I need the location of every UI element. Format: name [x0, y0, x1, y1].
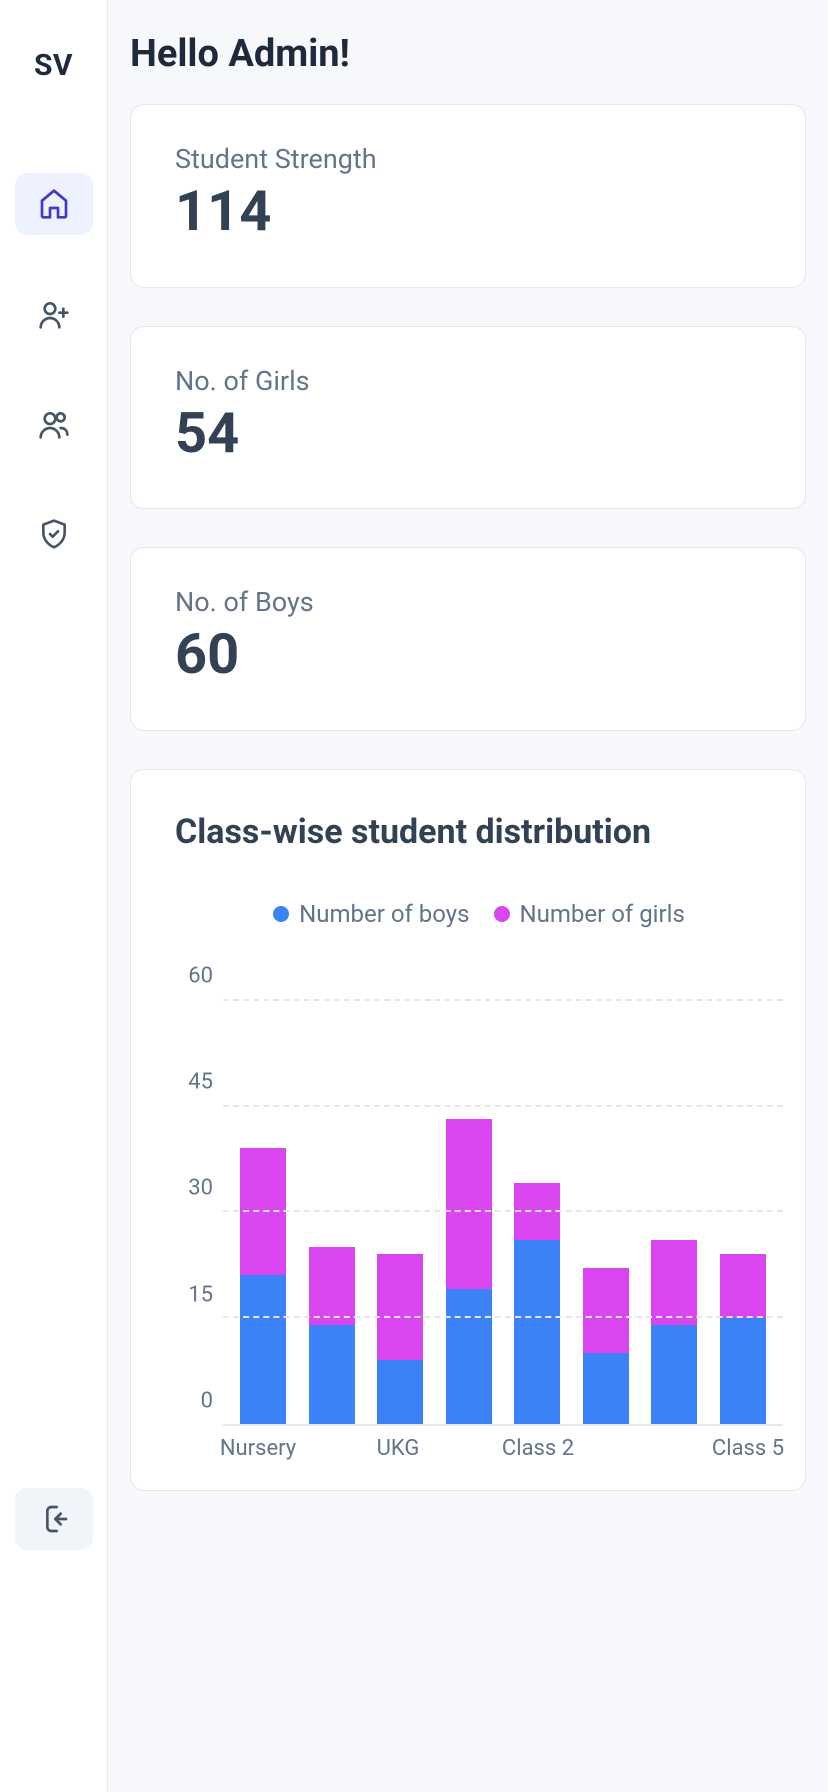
bar-segment-girls	[309, 1247, 355, 1325]
card-label: No. of Girls	[175, 365, 761, 397]
chart-y-tick: 0	[201, 1388, 213, 1413]
chart-bar	[309, 1247, 355, 1424]
card-boys: No. of Boys 60	[130, 547, 806, 731]
chart-y-tick: 15	[188, 1282, 213, 1307]
bar-segment-girls	[377, 1254, 423, 1360]
card-value: 114	[175, 181, 761, 243]
bar-segment-boys	[514, 1240, 560, 1424]
nav-items	[15, 173, 93, 565]
legend-dot-icon	[273, 906, 289, 922]
bar-segment-boys	[720, 1318, 766, 1424]
chart-gridline	[223, 1105, 783, 1107]
card-student-strength: Student Strength 114	[130, 104, 806, 288]
chart-x-labels: Nursery UKG Class 2 Class 5	[223, 1436, 783, 1470]
bar-segment-boys	[240, 1275, 286, 1424]
card-girls: No. of Girls 54	[130, 326, 806, 510]
logout-icon	[38, 1503, 70, 1535]
chart-y-tick: 45	[188, 1070, 213, 1095]
bar-segment-boys	[651, 1325, 697, 1424]
chart-x-label: Class 5	[712, 1436, 784, 1461]
chart-bar	[720, 1254, 766, 1424]
chart-y-tick: 60	[188, 964, 213, 989]
chart-plot	[223, 966, 783, 1426]
user-plus-icon	[38, 298, 70, 330]
legend-girls[interactable]: Number of girls	[494, 900, 685, 928]
legend-boys[interactable]: Number of boys	[273, 900, 469, 928]
chart-bars	[223, 966, 783, 1424]
chart-x-label: UKG	[377, 1436, 420, 1461]
nav-shield[interactable]	[15, 503, 93, 565]
chart-gridline	[223, 999, 783, 1001]
nav-add-user[interactable]	[15, 283, 93, 345]
bar-segment-girls	[583, 1268, 629, 1353]
chart-bar	[514, 1183, 560, 1424]
bar-segment-boys	[377, 1360, 423, 1424]
legend-dot-icon	[494, 906, 510, 922]
chart-bar	[651, 1240, 697, 1424]
chart-title: Class-wise student distribution	[175, 812, 783, 852]
card-value: 60	[175, 624, 761, 686]
chart-gridline	[223, 1316, 783, 1318]
chart-bar	[583, 1268, 629, 1424]
legend-label: Number of boys	[299, 900, 469, 928]
home-icon	[38, 188, 70, 220]
page-title: Hello Admin!	[130, 32, 806, 76]
card-value: 54	[175, 403, 761, 465]
bar-segment-boys	[446, 1289, 492, 1423]
chart-y-tick: 30	[188, 1176, 213, 1201]
chart-area: 0 15 30 45 60	[175, 966, 783, 1426]
logo: SV	[34, 48, 73, 83]
main-content: Hello Admin! Student Strength 114 No. of…	[108, 0, 828, 1792]
chart-x-label: Nursery	[220, 1436, 296, 1461]
chart-bar	[377, 1254, 423, 1424]
bar-segment-boys	[309, 1325, 355, 1424]
stat-cards: Student Strength 114 No. of Girls 54 No.…	[130, 104, 806, 731]
nav-logout[interactable]	[15, 1488, 93, 1550]
card-label: Student Strength	[175, 143, 761, 175]
chart-y-axis: 0 15 30 45 60	[175, 966, 223, 1426]
users-icon	[38, 408, 70, 440]
chart-legend: Number of boys Number of girls	[175, 900, 783, 928]
bar-segment-girls	[651, 1240, 697, 1325]
chart-gridline	[223, 1210, 783, 1212]
nav-home[interactable]	[15, 173, 93, 235]
chart-card: Class-wise student distribution Number o…	[130, 769, 806, 1491]
chart-bar	[240, 1148, 286, 1424]
chart-x-label: Class 2	[502, 1436, 574, 1461]
shield-check-icon	[38, 518, 70, 550]
bar-segment-boys	[583, 1353, 629, 1424]
legend-label: Number of girls	[520, 900, 685, 928]
chart-x-axis: Nursery UKG Class 2 Class 5	[223, 1436, 783, 1470]
bar-segment-girls	[720, 1254, 766, 1318]
chart-bar	[446, 1119, 492, 1423]
card-label: No. of Boys	[175, 586, 761, 618]
bar-segment-girls	[446, 1119, 492, 1289]
sidebar: SV	[0, 0, 108, 1792]
nav-users[interactable]	[15, 393, 93, 455]
